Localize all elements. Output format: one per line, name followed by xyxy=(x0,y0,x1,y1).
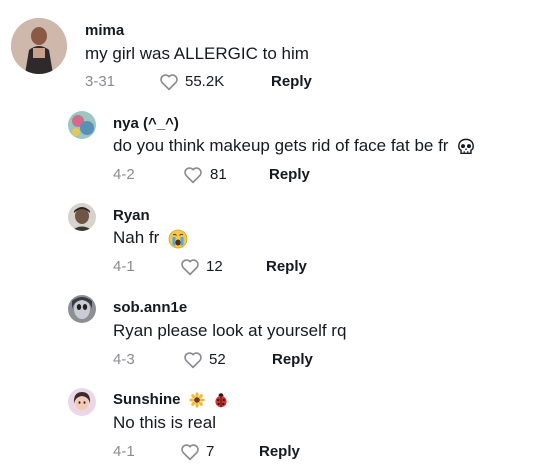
comment-date: 4-3 xyxy=(113,351,135,368)
reply-button[interactable]: Reply xyxy=(271,73,312,90)
heart-icon[interactable] xyxy=(159,73,179,91)
avatar-photo-icon xyxy=(11,18,67,74)
heart-icon[interactable] xyxy=(180,258,200,276)
comment-text: No this is real xyxy=(113,413,216,432)
avatar-photo-icon xyxy=(68,203,96,231)
reply-button[interactable]: Reply xyxy=(259,443,300,460)
like-count: 55.2K xyxy=(185,73,225,90)
reply-button[interactable]: Reply xyxy=(269,166,310,183)
avatar[interactable] xyxy=(68,203,96,231)
comment-username[interactable]: Sunshine xyxy=(113,391,229,408)
ladybug-icon xyxy=(215,393,227,408)
comment-username[interactable]: mima xyxy=(85,22,124,39)
avatar[interactable] xyxy=(11,18,67,74)
reply-button[interactable]: Reply xyxy=(266,258,307,275)
comment-username[interactable]: sob.ann1e xyxy=(113,299,187,316)
comment-username-text: Sunshine xyxy=(113,391,181,408)
like-count: 52 xyxy=(209,351,226,368)
comment-text: do you think makeup gets rid of face fat… xyxy=(113,136,475,156)
crying-face-icon xyxy=(168,229,188,248)
avatar[interactable] xyxy=(68,111,96,139)
comment-text: Nah fr xyxy=(113,228,188,249)
comment-username[interactable]: Ryan xyxy=(113,207,150,224)
avatar-photo-icon xyxy=(68,388,96,416)
like-count: 81 xyxy=(210,166,227,183)
skull-icon xyxy=(458,138,475,154)
reply-button[interactable]: Reply xyxy=(272,351,313,368)
heart-icon[interactable] xyxy=(180,443,200,461)
comment-text: my girl was ALLERGIC to him xyxy=(85,44,309,63)
heart-icon[interactable] xyxy=(183,351,203,369)
avatar-photo-icon xyxy=(68,295,96,323)
avatar[interactable] xyxy=(68,295,96,323)
comment-text-body: Nah fr xyxy=(113,228,160,247)
comment-date: 3-31 xyxy=(85,73,116,90)
sunflower-icon xyxy=(189,392,205,408)
heart-icon[interactable] xyxy=(183,166,203,184)
comment-text-body: do you think makeup gets rid of face fat… xyxy=(113,136,449,155)
comment-date: 4-2 xyxy=(113,166,135,183)
comment-username[interactable]: nya (^_^) xyxy=(113,115,179,132)
comment-date: 4-1 xyxy=(113,258,135,275)
like-count: 12 xyxy=(206,258,223,275)
like-count: 7 xyxy=(206,443,215,460)
avatar-photo-icon xyxy=(68,111,96,139)
comment-date: 4-1 xyxy=(113,443,135,460)
avatar[interactable] xyxy=(68,388,96,416)
comment-text: Ryan please look at yourself rq xyxy=(113,321,347,340)
